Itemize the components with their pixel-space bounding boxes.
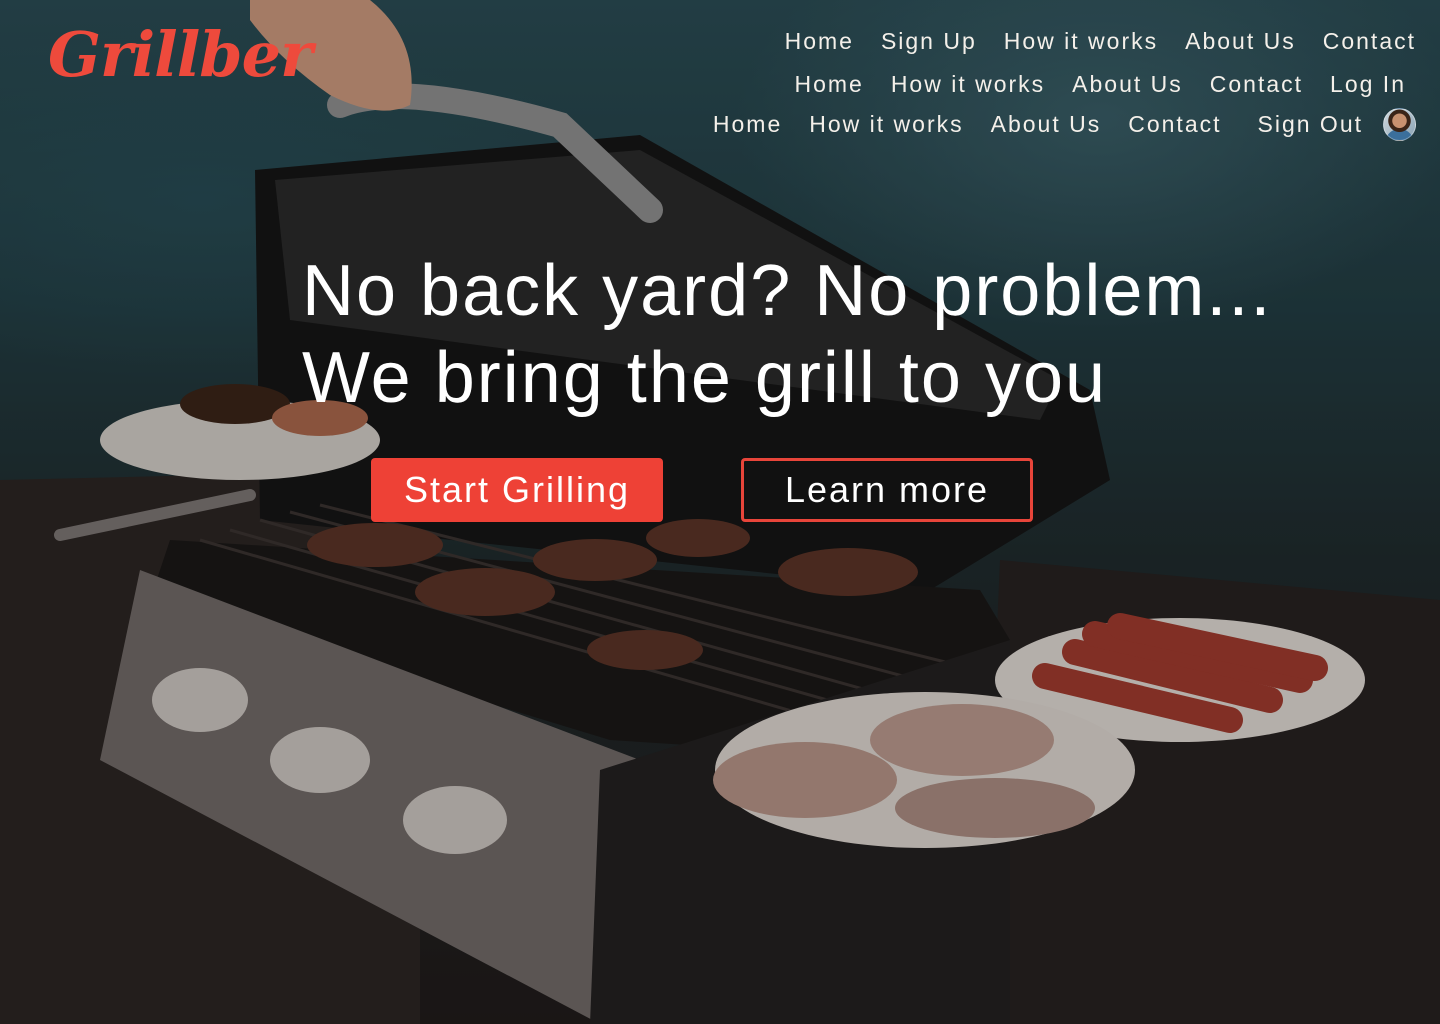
nav-link-contact[interactable]: Contact bbox=[1210, 71, 1303, 98]
learn-more-button[interactable]: Learn more bbox=[741, 458, 1033, 522]
hero-headline-line-1: No back yard? No problem... bbox=[302, 251, 1273, 331]
nav-row-signed-in: Home How it works About Us Contact Sign … bbox=[686, 108, 1416, 141]
start-grilling-button[interactable]: Start Grilling bbox=[371, 458, 663, 522]
nav-link-how-it-works[interactable]: How it works bbox=[809, 111, 963, 138]
nav-link-contact[interactable]: Contact bbox=[1323, 28, 1416, 55]
nav-link-sign-out[interactable]: Sign Out bbox=[1258, 111, 1364, 138]
nav-link-how-it-works[interactable]: How it works bbox=[891, 71, 1045, 98]
nav-link-contact[interactable]: Contact bbox=[1128, 111, 1221, 138]
nav-row-login: Home How it works About Us Contact Log I… bbox=[767, 71, 1406, 98]
nav-row-guest: Home Sign Up How it works About Us Conta… bbox=[758, 28, 1416, 55]
nav-link-about-us[interactable]: About Us bbox=[991, 111, 1102, 138]
nav-link-home[interactable]: Home bbox=[785, 28, 854, 55]
nav-link-how-it-works[interactable]: How it works bbox=[1004, 28, 1158, 55]
user-avatar-icon[interactable] bbox=[1383, 108, 1416, 141]
hero-headline-line-2: We bring the grill to you bbox=[302, 338, 1108, 418]
hero-background-image bbox=[0, 0, 1440, 1024]
nav-link-sign-up[interactable]: Sign Up bbox=[881, 28, 977, 55]
brand-logo[interactable]: Grillber bbox=[48, 24, 313, 86]
nav-link-about-us[interactable]: About Us bbox=[1072, 71, 1183, 98]
nav-link-about-us[interactable]: About Us bbox=[1185, 28, 1296, 55]
hero-overlay bbox=[0, 0, 1440, 1024]
nav-link-log-in[interactable]: Log In bbox=[1330, 71, 1406, 98]
nav-link-home[interactable]: Home bbox=[713, 111, 782, 138]
hero-headline: No back yard? No problem... We bring the… bbox=[302, 248, 1272, 422]
nav-link-home[interactable]: Home bbox=[794, 71, 863, 98]
